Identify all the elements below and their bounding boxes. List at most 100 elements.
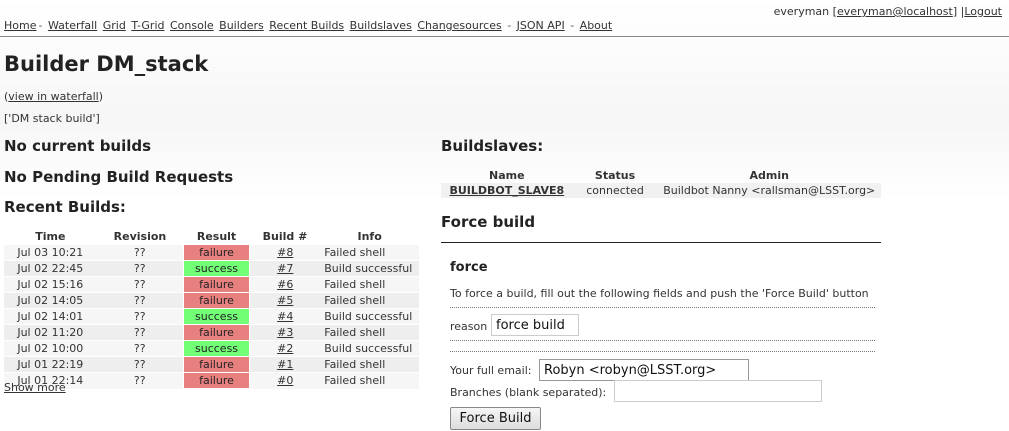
user-email-link[interactable]: everyman@localhost [837, 5, 953, 18]
nav-buildslaves[interactable]: Buildslaves [350, 19, 412, 32]
table-row: Jul 02 22:45 ?? success #7 Build success… [4, 260, 419, 277]
show-more-link[interactable]: Show more [4, 381, 66, 394]
build-number: #8 [249, 244, 321, 261]
build-info: Failed shell [320, 276, 419, 293]
build-info: Failed shell [320, 372, 419, 389]
build-info: Failed shell [320, 356, 419, 373]
build-result: failure [182, 356, 251, 373]
build-number-link[interactable]: #5 [277, 294, 293, 307]
nav-builders[interactable]: Builders [219, 19, 264, 32]
build-revision: ?? [96, 340, 184, 357]
build-revision: ?? [96, 372, 184, 389]
nav-grid[interactable]: Grid [103, 19, 126, 32]
recent-builds-heading: Recent Builds: [4, 198, 126, 216]
build-info: Build successful [320, 260, 419, 277]
table-header-row: Time Revision Result Build # Info [4, 229, 419, 245]
table-row: Jul 01 22:19 ?? failure #1 Failed shell [4, 356, 419, 373]
build-time: Jul 01 22:19 [4, 356, 97, 373]
force-scheduler-heading: force [450, 260, 488, 275]
build-number-link[interactable]: #6 [277, 278, 293, 291]
build-time: Jul 02 22:45 [4, 260, 97, 277]
build-number: #4 [249, 308, 321, 325]
build-number-link[interactable]: #8 [277, 246, 293, 259]
dotted-divider [450, 351, 875, 352]
top-bar: Home - Waterfall Grid T-Grid Console Buil… [0, 0, 1009, 37]
table-row: Jul 02 10:00 ?? success #2 Build success… [4, 340, 419, 357]
build-number-link[interactable]: #0 [277, 374, 293, 387]
nav-separator: - [570, 19, 575, 32]
view-in-waterfall-link[interactable]: view in waterfall [8, 90, 98, 103]
build-number-link[interactable]: #4 [277, 310, 293, 323]
build-info: Failed shell [320, 244, 419, 261]
build-result: failure [182, 244, 251, 261]
table-row: Jul 02 15:16 ?? failure #6 Failed shell [4, 276, 419, 293]
table-row: Jul 03 10:21 ?? failure #8 Failed shell [4, 244, 419, 261]
nav-about[interactable]: About [580, 19, 613, 32]
user-name: everyman [773, 5, 830, 18]
build-result: failure [182, 292, 251, 309]
buildslaves-heading: Buildslaves: [441, 137, 544, 155]
build-revision: ?? [96, 292, 184, 309]
table-row: Jul 02 14:05 ?? failure #5 Failed shell [4, 292, 419, 309]
build-result: failure [182, 372, 251, 389]
build-number-link[interactable]: #3 [277, 326, 293, 339]
build-revision: ?? [96, 324, 184, 341]
build-info: Build successful [320, 308, 419, 325]
force-build-button[interactable]: Force Build [450, 407, 541, 430]
build-result: success [182, 260, 251, 277]
column-header-result: Result [196, 230, 237, 243]
column-header-info: Info [357, 230, 382, 243]
build-number: #3 [249, 324, 321, 341]
slave-admin: Buildbot Nanny <rallsman@LSST.org> [657, 183, 881, 198]
build-time: Jul 02 10:00 [4, 340, 97, 357]
build-info: Build successful [320, 340, 419, 357]
dotted-divider [450, 307, 875, 308]
build-revision: ?? [96, 308, 184, 325]
column-header-revision: Revision [113, 230, 167, 243]
nav-console[interactable]: Console [170, 19, 214, 32]
table-row: BUILDBOT_SLAVE8 connected Buildbot Nanny… [441, 183, 881, 198]
build-number-link[interactable]: #2 [277, 342, 293, 355]
column-header-status: Status [594, 169, 636, 182]
buildslaves-table: Name Status Admin BUILDBOT_SLAVE8 connec… [441, 168, 881, 198]
build-number: #0 [249, 372, 321, 389]
email-input[interactable] [539, 359, 749, 381]
column-header-admin: Admin [749, 169, 789, 182]
nav-waterfall[interactable]: Waterfall [48, 19, 97, 32]
build-result: failure [182, 276, 251, 293]
force-build-divider [441, 242, 881, 243]
email-label: Your full email: [450, 364, 532, 377]
build-result: success [182, 340, 251, 357]
build-result: failure [182, 324, 251, 341]
nav-json-api[interactable]: JSON API [517, 19, 565, 32]
build-time: Jul 02 15:16 [4, 276, 97, 293]
page-title: Builder DM_stack [4, 52, 209, 76]
nav-changesources[interactable]: Changesources [417, 19, 501, 32]
reason-input[interactable] [491, 314, 579, 336]
nav-separator: - [38, 19, 43, 32]
nav-t-grid[interactable]: T-Grid [131, 19, 164, 32]
force-instructions: To force a build, fill out the following… [450, 287, 869, 300]
slave-status: connected [572, 183, 658, 198]
build-number: #7 [249, 260, 321, 277]
top-divider [0, 36, 1009, 37]
branches-input[interactable] [614, 380, 822, 402]
build-number: #6 [249, 276, 321, 293]
nav-home[interactable]: Home [4, 19, 36, 32]
builder-description: ['DM stack build'] [4, 112, 100, 125]
table-header-row: Name Status Admin [441, 168, 881, 183]
logout-link[interactable]: Logout [964, 5, 1002, 18]
nav-recent-builds[interactable]: Recent Builds [269, 19, 344, 32]
build-time: Jul 02 14:01 [4, 308, 97, 325]
build-number-link[interactable]: #1 [277, 358, 293, 371]
build-revision: ?? [96, 276, 184, 293]
build-time: Jul 02 14:05 [4, 292, 97, 309]
build-info: Failed shell [320, 292, 419, 309]
view-in-waterfall: (view in waterfall) [4, 90, 104, 103]
slave-name-link[interactable]: BUILDBOT_SLAVE8 [449, 184, 564, 197]
build-number-link[interactable]: #7 [277, 262, 293, 275]
build-info: Failed shell [320, 324, 419, 341]
user-box: everyman [everyman@localhost] |Logout [773, 5, 1002, 18]
table-row: Jul 02 11:20 ?? failure #3 Failed shell [4, 324, 419, 341]
build-number: #2 [249, 340, 321, 357]
